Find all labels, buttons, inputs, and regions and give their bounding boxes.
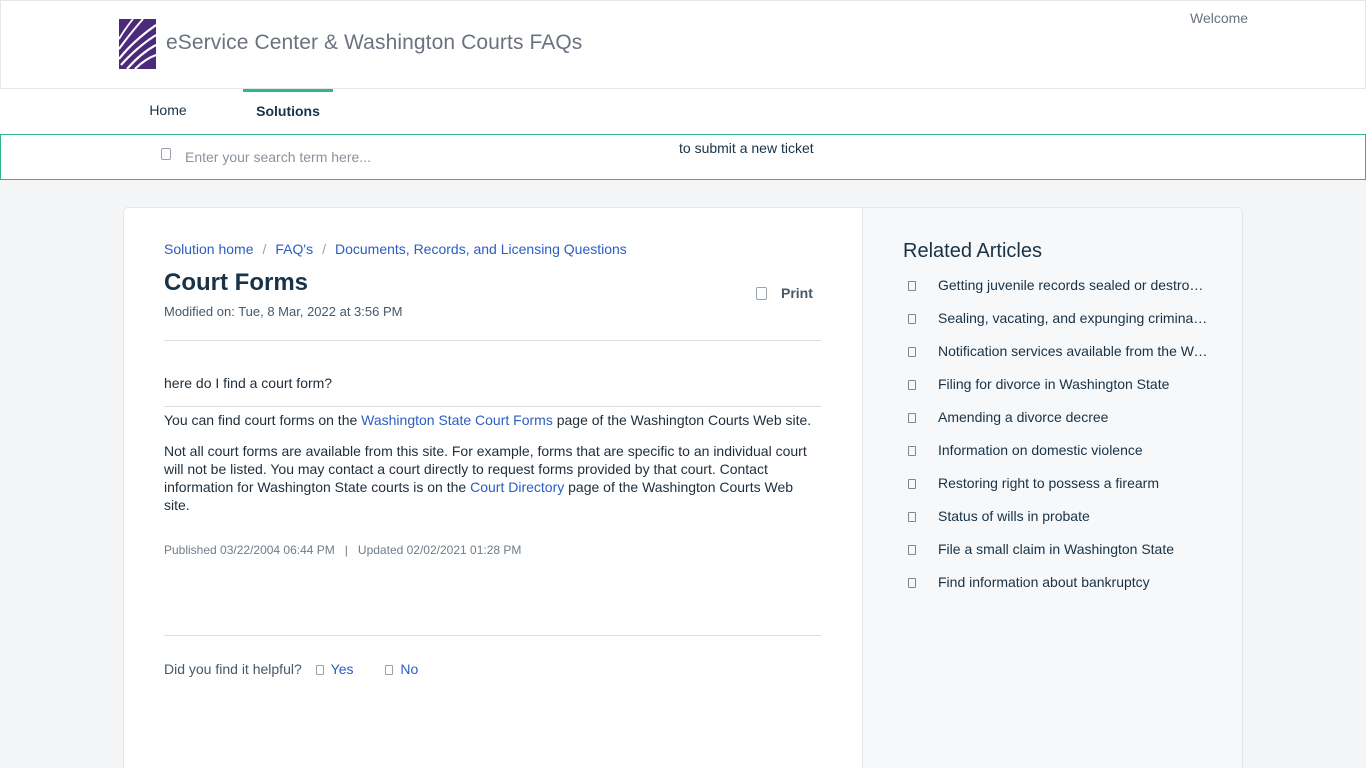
court-forms-link[interactable]: Washington State Court Forms xyxy=(361,412,553,428)
vote-no-button[interactable]: No xyxy=(385,661,418,677)
related-article-item[interactable]: Find information about bankruptcy xyxy=(903,574,1208,607)
breadcrumb-faqs[interactable]: FAQ's xyxy=(275,241,313,257)
article-card: Solution home / FAQ's / Documents, Records, … xyxy=(123,207,1243,768)
document-icon xyxy=(908,281,916,291)
helpful-question: Did you find it helpful? xyxy=(164,661,302,677)
related-article-item[interactable]: Restoring right to possess a firearm xyxy=(903,475,1208,508)
document-icon xyxy=(908,347,916,357)
header-divider xyxy=(164,340,821,341)
article-paragraph-1: You can find court forms on the Washingt… xyxy=(164,411,821,429)
updated-date: Updated 02/02/2021 01:28 PM xyxy=(357,543,522,557)
nav-tab-home[interactable]: Home xyxy=(132,89,204,134)
related-article-item[interactable]: Information on domestic violence xyxy=(903,442,1208,475)
related-article-link[interactable]: Information on domestic violence xyxy=(938,442,1143,458)
court-directory-link[interactable]: Court Directory xyxy=(470,479,564,495)
print-label: Print xyxy=(781,285,813,301)
related-article-item[interactable]: Notification services available from the… xyxy=(903,343,1208,376)
related-article-item[interactable]: Filing for divorce in Washington State xyxy=(903,376,1208,409)
document-icon xyxy=(908,314,916,324)
published-date: Published 03/22/2004 06:44 PM xyxy=(164,543,335,557)
related-articles-list: Getting juvenile records sealed or destr… xyxy=(903,277,1208,607)
article-meta: Published 03/22/2004 06:44 PM | Updated 02… xyxy=(164,543,521,557)
portal-title[interactable]: eService Center & Washington Courts FAQs xyxy=(166,31,582,55)
thumbs-down-icon xyxy=(385,665,394,675)
document-icon xyxy=(908,446,916,456)
related-article-item[interactable]: File a small claim in Washington State xyxy=(903,541,1208,574)
paragraph-text: page of the Washington Courts Web site. xyxy=(552,412,812,428)
document-icon xyxy=(908,380,916,390)
print-icon xyxy=(756,287,767,300)
document-icon xyxy=(908,578,916,588)
breadcrumb-solution-home[interactable]: Solution home xyxy=(164,241,254,257)
related-articles-title: Related Articles xyxy=(903,240,1042,262)
document-icon xyxy=(908,413,916,423)
welcome-text: Welcome xyxy=(1190,10,1249,26)
related-article-link[interactable]: Notification services available from the… xyxy=(938,343,1208,359)
footer-divider xyxy=(164,635,821,636)
modified-date: Modified on: Tue, 8 Mar, 2022 at 3:56 PM xyxy=(164,304,403,319)
breadcrumb-category[interactable]: Documents, Records, and Licensing Questi… xyxy=(335,241,627,257)
related-article-item[interactable]: Sealing, vacating, and expunging crimina… xyxy=(903,310,1208,343)
related-article-link[interactable]: Sealing, vacating, and expunging crimina… xyxy=(938,310,1208,326)
related-article-link[interactable]: Status of wills in probate xyxy=(938,508,1090,524)
vote-no-label: No xyxy=(400,661,419,677)
related-article-link[interactable]: Getting juvenile records sealed or destr… xyxy=(938,277,1208,293)
document-icon xyxy=(908,512,916,522)
article-paragraph-2: Not all court forms are available from t… xyxy=(164,442,821,514)
main-nav: Home Solutions xyxy=(0,89,1366,134)
search-bar: to submit a new ticket xyxy=(0,134,1366,180)
meta-separator: | xyxy=(344,543,348,557)
breadcrumb-separator: / xyxy=(322,241,326,257)
article-title: Court Forms xyxy=(164,269,308,296)
article-question: here do I find a court form? xyxy=(164,375,333,391)
related-article-link[interactable]: Filing for divorce in Washington State xyxy=(938,376,1169,392)
vote-yes-button[interactable]: Yes xyxy=(315,661,354,677)
paragraph-text: You can find court forms on the xyxy=(164,412,362,428)
related-article-link[interactable]: Restoring right to possess a firearm xyxy=(938,475,1159,491)
related-article-item[interactable]: Amending a divorce decree xyxy=(903,409,1208,442)
related-articles-panel: Related Articles Getting juvenile record… xyxy=(862,208,1242,768)
related-article-link[interactable]: Find information about bankruptcy xyxy=(938,574,1150,590)
washington-courts-logo[interactable] xyxy=(119,19,156,69)
related-article-item[interactable]: Getting juvenile records sealed or destr… xyxy=(903,277,1208,310)
question-divider xyxy=(164,406,821,407)
document-icon xyxy=(908,479,916,489)
vote-yes-label: Yes xyxy=(330,661,354,677)
breadcrumb: Solution home / FAQ's / Documents, Records, … xyxy=(164,241,627,257)
nav-tab-solutions[interactable]: Solutions xyxy=(243,89,333,134)
search-icon xyxy=(161,148,171,160)
submit-ticket-text: to submit a new ticket xyxy=(679,140,814,156)
related-article-item[interactable]: Status of wills in probate xyxy=(903,508,1208,541)
thumbs-up-icon xyxy=(315,665,324,675)
related-article-link[interactable]: File a small claim in Washington State xyxy=(938,541,1174,557)
breadcrumb-separator: / xyxy=(262,241,267,257)
related-article-link[interactable]: Amending a divorce decree xyxy=(938,409,1108,425)
search-input[interactable] xyxy=(185,145,665,169)
print-button[interactable]: Print xyxy=(756,285,813,301)
document-icon xyxy=(908,545,916,555)
portal-header: eService Center & Washington Courts FAQs… xyxy=(0,0,1366,89)
feedback-section: Did you find it helpful? Yes No xyxy=(164,661,418,677)
